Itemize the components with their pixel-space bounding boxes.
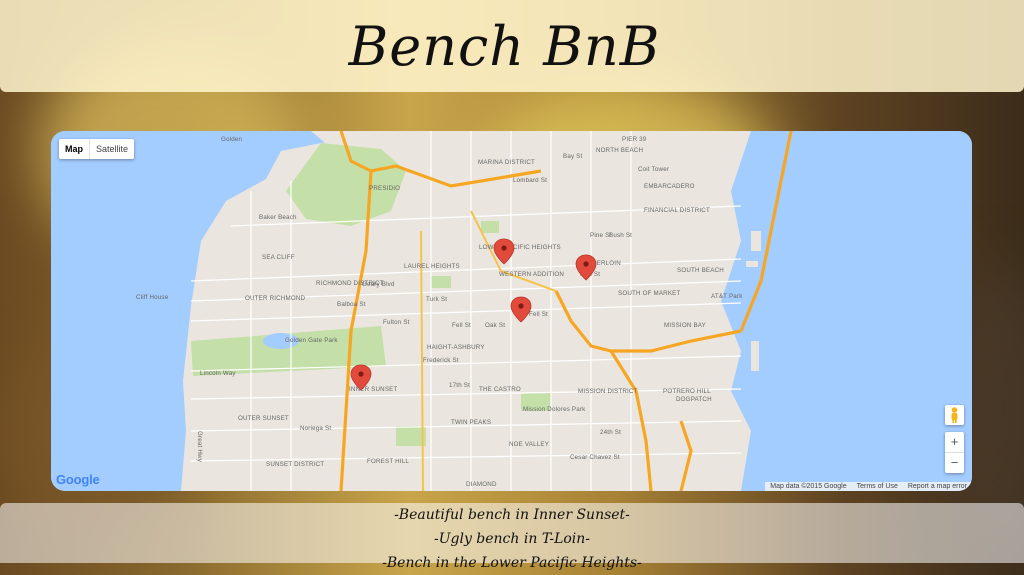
- svg-text:WESTERN ADDITION: WESTERN ADDITION: [499, 271, 564, 278]
- svg-text:Noriega St: Noriega St: [300, 425, 331, 432]
- svg-text:Baker Beach: Baker Beach: [259, 214, 297, 221]
- svg-text:Golden: Golden: [221, 136, 243, 143]
- svg-text:Cesar Chavez St: Cesar Chavez St: [570, 454, 620, 461]
- svg-text:SEA CLIFF: SEA CLIFF: [262, 254, 295, 261]
- svg-text:NORTH BEACH: NORTH BEACH: [596, 147, 643, 154]
- svg-text:SOUTH OF MARKET: SOUTH OF MARKET: [618, 290, 680, 297]
- svg-text:TWIN PEAKS: TWIN PEAKS: [451, 419, 491, 426]
- site-header: Bench BnB: [0, 0, 1024, 92]
- map-type-control: Map Satellite: [59, 139, 135, 159]
- svg-text:AT&T Park: AT&T Park: [711, 293, 743, 300]
- svg-text:MISSION DISTRICT: MISSION DISTRICT: [578, 388, 638, 395]
- svg-text:Coit Tower: Coit Tower: [638, 166, 669, 173]
- svg-text:FINANCIAL DISTRICT: FINANCIAL DISTRICT: [644, 207, 710, 214]
- svg-text:MARINA DISTRICT: MARINA DISTRICT: [478, 159, 535, 166]
- svg-text:17th St: 17th St: [449, 382, 470, 389]
- svg-text:Bush St: Bush St: [609, 232, 632, 239]
- svg-text:Balboa St: Balboa St: [337, 301, 366, 308]
- svg-text:LAUREL HEIGHTS: LAUREL HEIGHTS: [404, 263, 460, 270]
- svg-text:Lincoln Way: Lincoln Way: [200, 370, 236, 377]
- zoom-control: + −: [945, 432, 964, 473]
- svg-text:SOUTH BEACH: SOUTH BEACH: [677, 267, 724, 274]
- satellite-view-button[interactable]: Satellite: [90, 139, 134, 159]
- svg-text:Oak St: Oak St: [485, 322, 505, 329]
- site-title: Bench BnB: [348, 14, 661, 78]
- svg-text:OUTER SUNSET: OUTER SUNSET: [238, 415, 289, 422]
- svg-text:Turk St: Turk St: [426, 296, 447, 303]
- svg-text:Fulton St: Fulton St: [383, 319, 410, 326]
- bench-map[interactable]: PIER 39 MARINA DISTRICT Bay St NORTH BEA…: [51, 131, 972, 491]
- svg-text:DIAMOND: DIAMOND: [466, 481, 497, 488]
- svg-text:DOGPATCH: DOGPATCH: [676, 396, 712, 403]
- svg-text:PIER 39: PIER 39: [622, 136, 647, 143]
- svg-text:SUNSET DISTRICT: SUNSET DISTRICT: [266, 461, 324, 468]
- bench-list: -Beautiful bench in Inner Sunset- -Ugly …: [0, 503, 1024, 571]
- svg-text:OUTER RICHMOND: OUTER RICHMOND: [245, 295, 306, 302]
- map-attribution: Map data ©2015 Google Terms of Use Repor…: [765, 482, 972, 491]
- svg-text:NOE VALLEY: NOE VALLEY: [509, 441, 549, 448]
- svg-text:24th St: 24th St: [600, 429, 621, 436]
- bench-list-item[interactable]: -Ugly bench in T-Loin-: [0, 527, 1024, 551]
- svg-text:Great Hwy: Great Hwy: [196, 431, 203, 463]
- svg-text:Bay St: Bay St: [563, 153, 583, 160]
- terms-of-use-link[interactable]: Terms of Use: [852, 482, 903, 491]
- street-view-pegman-icon[interactable]: [945, 405, 964, 425]
- svg-text:HAIGHT-ASHBURY: HAIGHT-ASHBURY: [427, 344, 485, 351]
- svg-text:Mission Dolores Park: Mission Dolores Park: [523, 406, 586, 413]
- svg-text:PRESIDIO: PRESIDIO: [369, 185, 400, 192]
- bench-list-item[interactable]: -Beautiful bench in Inner Sunset-: [0, 503, 1024, 527]
- svg-text:MISSION BAY: MISSION BAY: [664, 322, 706, 329]
- svg-text:Golden Gate Park: Golden Gate Park: [285, 337, 338, 344]
- svg-text:THE CASTRO: THE CASTRO: [479, 386, 521, 393]
- report-map-error-link[interactable]: Report a map error: [903, 482, 972, 491]
- svg-text:EMBARCADERO: EMBARCADERO: [644, 183, 695, 190]
- svg-text:Geary Blvd: Geary Blvd: [362, 281, 395, 288]
- map-data-credit: Map data ©2015 Google: [770, 483, 847, 490]
- map-view-button[interactable]: Map: [59, 139, 90, 159]
- google-logo: Google: [56, 472, 100, 487]
- bench-list-item[interactable]: -Bench in the Lower Pacific Heights-: [0, 551, 1024, 575]
- svg-text:POTRERO HILL: POTRERO HILL: [663, 388, 711, 395]
- zoom-in-button[interactable]: +: [945, 432, 964, 453]
- svg-text:INNER SUNSET: INNER SUNSET: [349, 386, 397, 393]
- svg-text:Frederick St: Frederick St: [423, 357, 459, 364]
- svg-text:LOWER PACIFIC HEIGHTS: LOWER PACIFIC HEIGHTS: [479, 244, 561, 251]
- svg-text:Lombard St: Lombard St: [513, 177, 547, 184]
- svg-text:Fell St: Fell St: [452, 322, 471, 329]
- map-canvas[interactable]: PIER 39 MARINA DISTRICT Bay St NORTH BEA…: [51, 131, 972, 491]
- svg-text:FOREST HILL: FOREST HILL: [367, 458, 409, 465]
- svg-text:Cliff House: Cliff House: [136, 294, 169, 301]
- svg-text:Fell St: Fell St: [529, 311, 548, 318]
- google-logo-text: Google: [56, 472, 100, 487]
- zoom-out-button[interactable]: −: [945, 453, 964, 473]
